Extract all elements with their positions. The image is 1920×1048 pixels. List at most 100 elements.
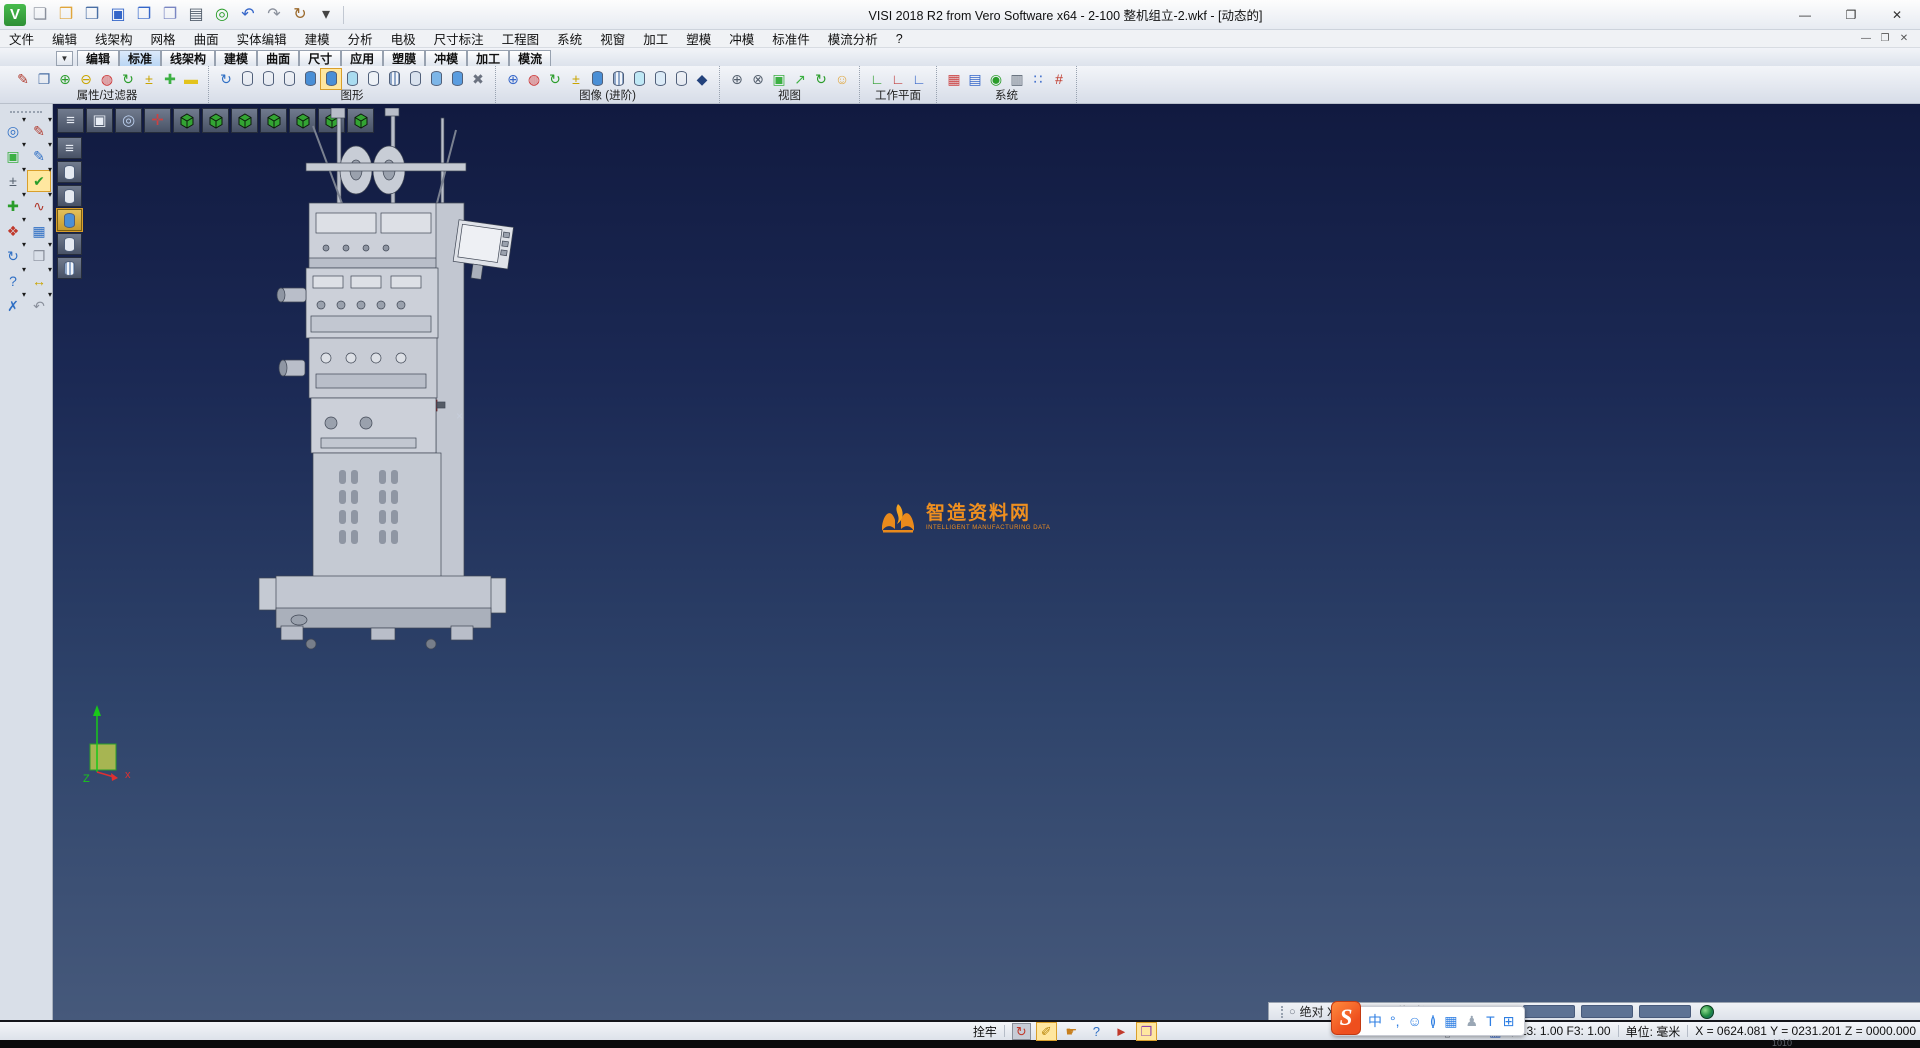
menu-item[interactable]: 曲面 (185, 29, 228, 48)
shield-solid-icon[interactable]: ◆ (692, 69, 712, 89)
redo-icon[interactable]: ↷ (262, 3, 286, 27)
striped-cylinder-icon[interactable] (384, 69, 404, 89)
view-cube-bottom-icon[interactable] (202, 108, 229, 133)
regenerate-graphics-icon[interactable]: ↻ (216, 69, 236, 89)
save-icon[interactable]: ▣ (106, 3, 130, 27)
pin-toggle[interactable]: 拴牢 (973, 1023, 997, 1040)
filter-traffic-light-icon[interactable]: ◍ (97, 69, 117, 89)
cylinder-arrow-icon[interactable] (447, 69, 467, 89)
show-all-icon[interactable]: ✚ (160, 69, 180, 89)
display-cylinder-3-icon[interactable] (57, 209, 82, 231)
transparent-cylinder-icon[interactable] (342, 69, 362, 89)
zoom-dynamic-icon[interactable]: ± (2, 171, 24, 191)
render-settings-icon[interactable]: ▤ (965, 69, 985, 89)
color-table-icon[interactable]: ▦ (944, 69, 964, 89)
ribbon-tab[interactable]: 塑膜 (383, 50, 425, 66)
menu-item[interactable]: 编辑 (43, 29, 86, 48)
3d-viewport[interactable]: ≡ ▣ (53, 104, 1920, 1020)
fit-view-icon[interactable]: ▣ (2, 146, 24, 166)
menu-item[interactable]: 线架构 (86, 29, 142, 48)
view-menu-icon[interactable]: ≡ (57, 108, 84, 133)
ime-mic-icon[interactable]: ≬ (1430, 1014, 1437, 1028)
update-lock-icon[interactable]: ↻ (1012, 1023, 1031, 1040)
menu-item[interactable]: ? (887, 32, 912, 46)
menu-item[interactable]: 尺寸标注 (425, 29, 493, 48)
render-mode-icon[interactable]: ☺ (832, 69, 852, 89)
hide-remove-icon[interactable]: ⊖ (76, 69, 96, 89)
wireframe-cylinder-icon[interactable] (237, 69, 257, 89)
graphics-settings-icon[interactable]: ✖ (468, 69, 488, 89)
import-file-icon[interactable]: ❒ (80, 3, 104, 27)
view-fit-icon[interactable]: ▣ (86, 108, 113, 133)
mdi-close-button[interactable]: ✕ (1896, 33, 1912, 44)
view-zoom-icon[interactable]: ◎ (115, 108, 142, 133)
hidden-line-cylinder-icon[interactable] (258, 69, 278, 89)
sogou-logo[interactable]: S (1331, 1001, 1361, 1035)
advanced-toggle-icon[interactable]: ± (566, 69, 586, 89)
tabbar-dropdown[interactable]: ▼ (56, 51, 73, 66)
workplane-entity-icon[interactable]: ∟ (888, 69, 908, 89)
zoom-extents-icon[interactable]: ⊗ (748, 69, 768, 89)
menu-item[interactable]: 建模 (296, 29, 339, 48)
shaded-edges-cylinder-icon[interactable] (321, 69, 341, 89)
ribbon-tab[interactable]: 建模 (215, 50, 257, 66)
box-mode-icon[interactable]: ❒ (1137, 1023, 1156, 1040)
advanced-show-icon[interactable]: ⊕ (503, 69, 523, 89)
machine-model[interactable] (251, 108, 551, 653)
ribbon-tab[interactable]: 应用 (341, 50, 383, 66)
status-slot-1[interactable] (1523, 1005, 1575, 1018)
cylinder-pair-icon[interactable] (405, 69, 425, 89)
ime-skin-icon[interactable]: T (1486, 1014, 1495, 1028)
quickbar-more-icon[interactable]: ▾ (314, 3, 338, 27)
visibility-toggle-icon[interactable]: ± (139, 69, 159, 89)
confirm-check-icon[interactable]: ✔ (28, 171, 50, 191)
rotate-view-icon[interactable]: ↻ (811, 69, 831, 89)
print-preview-icon[interactable]: ◎ (210, 3, 234, 27)
ribbon-tab[interactable]: 加工 (467, 50, 509, 66)
ribbon-tab[interactable]: 模流 (509, 50, 551, 66)
menu-item[interactable]: 电极 (382, 29, 425, 48)
mdi-minimize-button[interactable]: — (1858, 33, 1874, 44)
display-cylinder-2-icon[interactable] (57, 185, 82, 207)
verified-cylinder-icon[interactable] (629, 69, 649, 89)
measure-distance-icon[interactable]: ↔ (28, 271, 50, 291)
status-slot-3[interactable] (1639, 1005, 1691, 1018)
selection-view-icon[interactable]: ◎ (2, 121, 24, 141)
ribbon-tab[interactable]: 标准 (119, 50, 161, 66)
menu-item[interactable]: 标准件 (763, 29, 819, 48)
undo-back-icon[interactable]: ↶ (28, 296, 50, 316)
app-logo[interactable]: V (4, 4, 26, 26)
save-as-icon[interactable]: ❐ (132, 3, 156, 27)
delete-pencil-icon[interactable]: ✎ (28, 121, 50, 141)
snap-solid-icon[interactable]: ► (1112, 1023, 1131, 1040)
display-cylinder-4-icon[interactable] (57, 233, 82, 255)
solid-view-cylinder-icon[interactable] (587, 69, 607, 89)
menu-item[interactable]: 冲模 (720, 29, 763, 48)
display-cylinder-1-icon[interactable] (57, 161, 82, 183)
purge-trash-icon[interactable]: ✗ (2, 296, 24, 316)
ime-punctuation-icon[interactable]: °, (1390, 1014, 1400, 1028)
layer-list-icon[interactable]: ≡ (57, 137, 82, 159)
hide-all-icon[interactable]: ▬ (181, 69, 201, 89)
ghost-cylinder-icon[interactable] (671, 69, 691, 89)
grid-snap-icon[interactable]: ∷ (1028, 69, 1048, 89)
windows-layout-icon[interactable]: ▦ (28, 221, 50, 241)
menu-item[interactable]: 视窗 (591, 29, 634, 48)
save-all-icon[interactable]: ❐ (158, 3, 182, 27)
display-cylinder-5-icon[interactable] (57, 257, 82, 279)
mdi-restore-button[interactable]: ❐ (1877, 33, 1893, 44)
status-grip[interactable] (1281, 1006, 1283, 1018)
open-file-icon[interactable]: ❒ (54, 3, 78, 27)
menu-item[interactable]: 系统 (548, 29, 591, 48)
show-add-icon[interactable]: ⊕ (55, 69, 75, 89)
advanced-refresh-icon[interactable]: ↻ (545, 69, 565, 89)
calculator-icon[interactable]: # (1049, 69, 1069, 89)
profile-settings-icon[interactable]: ▥ (1007, 69, 1027, 89)
ribbon-tab[interactable]: 线架构 (161, 50, 215, 66)
solid-cube-icon[interactable]: ❒ (28, 246, 50, 266)
dashed-cylinder-icon[interactable] (279, 69, 299, 89)
units-readout[interactable]: 单位: 毫米 (1626, 1023, 1681, 1040)
ribbon-tab[interactable]: 尺寸 (299, 50, 341, 66)
menu-item[interactable]: 分析 (339, 29, 382, 48)
prompt-help-icon[interactable]: ? (1087, 1023, 1106, 1040)
